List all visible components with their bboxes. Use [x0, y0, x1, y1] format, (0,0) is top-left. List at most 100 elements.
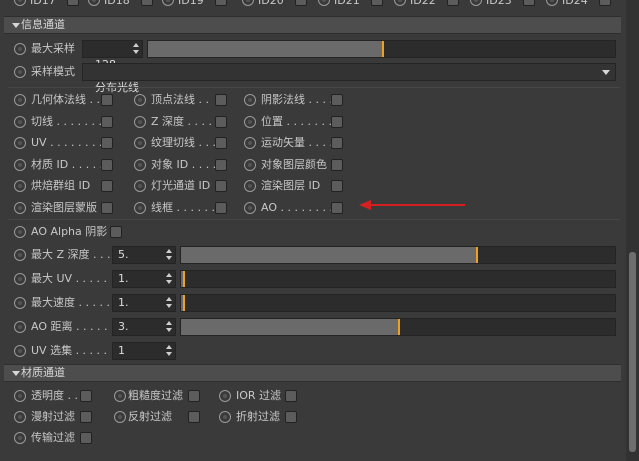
geometry-normal-radio[interactable]	[14, 94, 26, 106]
material-channel-header[interactable]: 材质通道	[4, 364, 621, 382]
max-z-depth-radio[interactable]	[14, 249, 26, 261]
sampling-mode-select[interactable]: 分布光线	[82, 63, 616, 94]
reflection-filter-radio[interactable]	[114, 411, 126, 423]
bake-group-id-radio[interactable]	[14, 180, 26, 192]
texture-tangent-radio[interactable]	[134, 137, 146, 149]
position-checkbox[interactable]	[331, 115, 343, 128]
position-radio[interactable]	[244, 115, 256, 128]
render-layer-id-radio[interactable]	[244, 180, 256, 192]
motion-vector-checkbox[interactable]	[331, 137, 343, 149]
render-layer-id-checkbox[interactable]	[331, 180, 343, 192]
light-pass-id-checkbox[interactable]	[215, 180, 227, 192]
roughness-filter-radio[interactable]	[114, 390, 126, 402]
slider-handle[interactable]	[398, 319, 400, 335]
slider-handle[interactable]	[183, 295, 185, 311]
uv-set-input[interactable]: 1	[112, 342, 176, 360]
max-samples-radio[interactable]	[14, 43, 26, 55]
refraction-filter-checkbox[interactable]	[285, 411, 297, 423]
ao-distance-radio[interactable]	[14, 321, 26, 333]
object-id-checkbox[interactable]	[215, 158, 227, 171]
ao-alpha-radio[interactable]	[14, 226, 26, 238]
id20-checkbox[interactable]	[295, 0, 307, 6]
max-velocity-slider[interactable]	[180, 294, 616, 312]
reflection-filter-checkbox[interactable]	[188, 411, 200, 423]
object-layer-color-radio[interactable]	[244, 158, 256, 171]
id23-checkbox[interactable]	[523, 0, 535, 6]
transmission-filter-checkbox[interactable]	[80, 432, 92, 444]
vertical-scrollbar[interactable]	[626, 0, 639, 461]
slider-handle[interactable]	[183, 271, 185, 287]
spinner-arrows-icon[interactable]	[166, 321, 172, 333]
id18-checkbox[interactable]	[141, 0, 153, 6]
max-uv-input[interactable]: 1.	[112, 270, 176, 288]
scrollbar-thumb[interactable]	[629, 252, 636, 452]
id24-radio[interactable]	[546, 0, 558, 6]
max-uv-slider[interactable]	[180, 270, 616, 288]
id19-checkbox[interactable]	[215, 0, 227, 6]
transmission-filter-radio[interactable]	[14, 432, 26, 444]
max-samples-input[interactable]: 128.	[82, 40, 143, 71]
material-id-radio[interactable]	[14, 158, 26, 171]
info-channel-header[interactable]: 信息通道	[4, 16, 621, 34]
bake-group-id-checkbox[interactable]	[101, 180, 113, 192]
shadow-normal-checkbox[interactable]	[331, 94, 343, 106]
id23-radio[interactable]	[470, 0, 482, 6]
material-id-checkbox[interactable]	[101, 158, 113, 171]
spinner-arrows-icon[interactable]	[166, 249, 172, 261]
spinner-arrows-icon[interactable]	[166, 273, 172, 285]
ao-distance-input[interactable]: 3.	[112, 318, 176, 336]
z-depth-checkbox[interactable]	[215, 115, 227, 128]
refraction-filter-radio[interactable]	[219, 411, 231, 423]
light-pass-id-radio[interactable]	[134, 180, 146, 192]
id22-checkbox[interactable]	[447, 0, 459, 6]
texture-tangent-checkbox[interactable]	[215, 137, 227, 149]
slider-handle[interactable]	[382, 41, 384, 57]
motion-vector-radio[interactable]	[244, 137, 256, 149]
id22-radio[interactable]	[394, 0, 406, 6]
uv-set-radio[interactable]	[14, 345, 26, 357]
spinner-arrows-icon[interactable]	[133, 43, 139, 55]
uv-radio[interactable]	[14, 137, 26, 149]
ao-radio[interactable]	[244, 201, 256, 214]
max-velocity-input[interactable]: 1.	[112, 294, 176, 312]
vertex-normal-radio[interactable]	[134, 94, 146, 106]
roughness-filter-checkbox[interactable]	[188, 390, 200, 402]
spinner-arrows-icon[interactable]	[166, 297, 172, 309]
id18-radio[interactable]	[88, 0, 100, 6]
object-id-radio[interactable]	[134, 158, 146, 171]
tangent-checkbox[interactable]	[101, 115, 113, 128]
ao-alpha-checkbox[interactable]	[110, 226, 122, 238]
ao-distance-slider[interactable]	[180, 318, 616, 336]
wireframe-checkbox[interactable]	[215, 201, 227, 214]
slider-handle[interactable]	[476, 247, 478, 263]
id21-radio[interactable]	[318, 0, 330, 6]
id21-checkbox[interactable]	[371, 0, 383, 6]
ior-filter-radio[interactable]	[219, 390, 231, 402]
max-z-depth-slider[interactable]	[180, 246, 616, 264]
spinner-arrows-icon[interactable]	[166, 345, 172, 357]
id17-radio[interactable]	[14, 0, 26, 6]
ior-filter-checkbox[interactable]	[285, 390, 297, 402]
vertex-normal-checkbox[interactable]	[215, 94, 227, 106]
max-uv-radio[interactable]	[14, 273, 26, 285]
max-velocity-radio[interactable]	[14, 297, 26, 309]
diffuse-filter-radio[interactable]	[14, 411, 26, 423]
object-layer-color-checkbox[interactable]	[331, 158, 343, 171]
diffuse-filter-checkbox[interactable]	[80, 411, 92, 423]
id17-checkbox[interactable]	[67, 0, 79, 6]
ao-checkbox[interactable]	[331, 201, 343, 214]
max-samples-slider[interactable]	[147, 40, 616, 58]
id19-radio[interactable]	[162, 0, 174, 6]
id20-radio[interactable]	[242, 0, 254, 6]
transparency-checkbox[interactable]	[80, 390, 92, 402]
id24-checkbox[interactable]	[599, 0, 611, 6]
tangent-radio[interactable]	[14, 115, 26, 128]
render-layer-mask-checkbox[interactable]	[101, 201, 113, 214]
geometry-normal-checkbox[interactable]	[101, 94, 113, 106]
transparency-radio[interactable]	[14, 390, 26, 402]
render-layer-mask-radio[interactable]	[14, 201, 26, 214]
max-z-depth-input[interactable]: 5.	[112, 246, 176, 264]
z-depth-radio[interactable]	[134, 115, 146, 128]
shadow-normal-radio[interactable]	[244, 94, 256, 106]
wireframe-radio[interactable]	[134, 201, 146, 214]
